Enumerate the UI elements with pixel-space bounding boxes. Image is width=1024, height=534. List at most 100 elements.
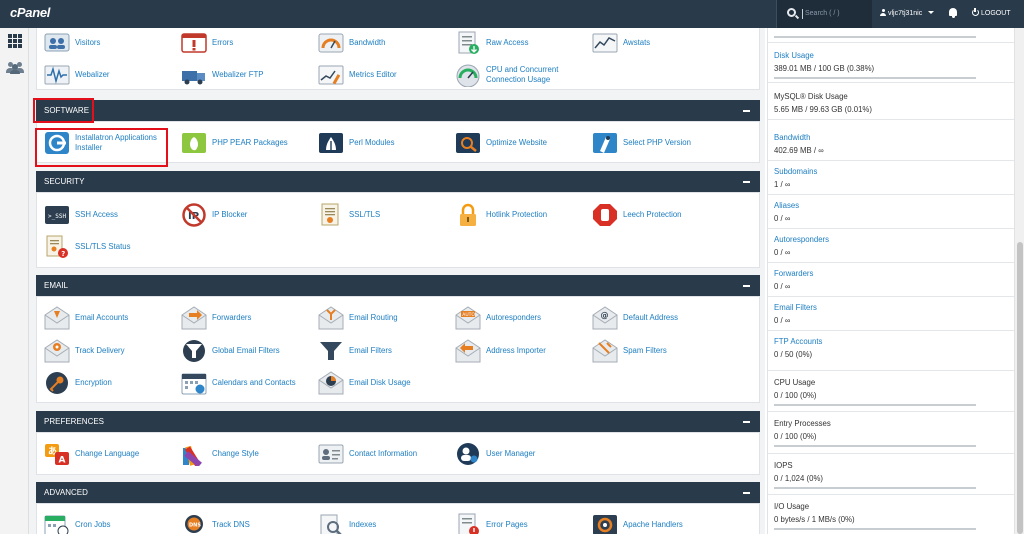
advanced-section-header[interactable]: ADVANCED	[36, 482, 760, 503]
stat-title[interactable]: Aliases	[774, 201, 799, 210]
stat-autoresponders: Autoresponders 0 / ∞	[768, 229, 1015, 263]
stat-title[interactable]: Bandwidth	[774, 133, 810, 142]
item-label: Contact Information	[349, 449, 418, 458]
item-label: Forwarders	[212, 313, 252, 322]
stat-value: 0 / 1,024 (0%)	[774, 474, 823, 483]
error-pages-link[interactable]: Error Pages	[455, 511, 591, 534]
apache-handlers-link[interactable]: Apache Handlers	[592, 511, 728, 534]
perl-modules-link[interactable]: Perl Modules	[318, 129, 454, 157]
track-dns-link[interactable]: DNS Track DNS	[181, 511, 317, 534]
metrics-editor-link[interactable]: Metrics Editor	[318, 61, 454, 89]
user-menu[interactable]: vljc7tj31nic	[880, 9, 935, 17]
stat-forwarders: Forwarders 0 / ∞	[768, 263, 1015, 297]
collapse-icon[interactable]	[743, 421, 750, 423]
item-label: Email Routing	[349, 313, 398, 322]
page-scrollbar[interactable]	[1014, 28, 1024, 534]
svg-text:DNS: DNS	[189, 523, 201, 529]
calendars-contacts-link[interactable]: Calendars and Contacts	[181, 369, 317, 397]
change-style-link[interactable]: Change Style	[181, 440, 317, 468]
forwarders-link[interactable]: Forwarders	[181, 304, 317, 332]
stat-title[interactable]: Subdomains	[774, 167, 817, 176]
default-address-icon: @	[592, 306, 618, 330]
collapse-icon[interactable]	[743, 110, 750, 112]
svg-text:IP: IP	[188, 211, 199, 222]
stat-value: 0 / ∞	[774, 248, 791, 257]
item-label: Bandwidth	[349, 38, 386, 47]
security-panel-body: >_SSH SSH Access IP IP Blocker SSL/TLS H…	[36, 192, 760, 268]
item-label: Error Pages	[486, 520, 528, 529]
indexes-link[interactable]: Indexes	[318, 511, 454, 534]
spam-filters-link[interactable]: Spam Filters	[592, 337, 728, 365]
bandwidth-link[interactable]: Bandwidth	[318, 29, 454, 57]
collapse-icon[interactable]	[743, 492, 750, 494]
user-manager-link[interactable]: User Manager	[455, 440, 591, 468]
bell-icon[interactable]	[948, 8, 958, 19]
ssh-icon: >_SSH	[45, 206, 69, 224]
stat-aliases: Aliases 0 / ∞	[768, 195, 1015, 229]
usage-bar	[774, 77, 976, 79]
default-address-link[interactable]: @ Default Address	[592, 304, 728, 332]
email-disk-usage-icon	[318, 371, 344, 395]
cron-jobs-link[interactable]: Cron Jobs	[44, 511, 180, 534]
hand-stop-icon	[593, 204, 617, 226]
email-filters-link[interactable]: Email Filters	[318, 337, 454, 365]
software-section-header[interactable]: SOFTWARE	[36, 100, 760, 121]
ip-blocker-icon: IP	[182, 203, 206, 227]
autoresponders-link[interactable]: AUTO Autoresponders	[455, 304, 591, 332]
stat-title[interactable]: Forwarders	[774, 269, 813, 278]
search-box[interactable]: Search ( / )	[776, 0, 872, 28]
ssl-tls-link[interactable]: SSL/TLS	[318, 201, 454, 229]
php-pear-link[interactable]: PHP PEAR Packages	[181, 129, 317, 157]
stat-mysql-disk-usage: MySQL® Disk Usage 5.65 MB / 99.63 GB (0.…	[768, 83, 1015, 120]
optimize-website-link[interactable]: Optimize Website	[455, 129, 591, 157]
php-version-link[interactable]: Select PHP Version	[592, 129, 728, 157]
cpu-usage-link[interactable]: CPU and Concurrent Connection Usage	[455, 61, 591, 89]
webalizer-link[interactable]: Webalizer	[44, 61, 180, 89]
errors-link[interactable]: Errors	[181, 29, 317, 57]
preferences-section-header[interactable]: PREFERENCES	[36, 411, 760, 432]
item-label: Indexes	[349, 520, 377, 529]
stat-title[interactable]: Autoresponders	[774, 235, 829, 244]
security-section-header[interactable]: SECURITY	[36, 171, 760, 192]
ssh-access-link[interactable]: >_SSH SSH Access	[44, 201, 180, 229]
awstats-icon	[592, 33, 618, 53]
username: vljc7tj31nic	[888, 10, 923, 17]
cpanel-logo[interactable]: cPanel	[10, 5, 50, 20]
email-accounts-link[interactable]: Email Accounts	[44, 304, 180, 332]
awstats-link[interactable]: Awstats	[592, 29, 728, 57]
leech-protection-link[interactable]: Leech Protection	[592, 201, 728, 229]
ssl-status-link[interactable]: ? SSL/TLS Status	[44, 233, 180, 261]
scrollbar-thumb[interactable]	[1017, 242, 1023, 534]
item-label: Apache Handlers	[623, 520, 683, 529]
address-importer-link[interactable]: Address Importer	[455, 337, 591, 365]
logout-button[interactable]: LOGOUT	[972, 7, 1011, 17]
stat-io-usage: I/O Usage 0 bytes/s / 1 MB/s (0%)	[768, 495, 1015, 534]
stat-title[interactable]: FTP Accounts	[774, 337, 822, 346]
ip-blocker-link[interactable]: IP IP Blocker	[181, 201, 317, 229]
contact-information-link[interactable]: Contact Information	[318, 440, 454, 468]
email-disk-usage-link[interactable]: Email Disk Usage	[318, 369, 454, 397]
email-section-header[interactable]: EMAIL	[36, 275, 760, 296]
visitors-link[interactable]: Visitors	[44, 29, 180, 57]
stat-email-filters: Email Filters 0 / ∞	[768, 297, 1015, 331]
item-label: Webalizer FTP	[212, 70, 264, 79]
address-importer-icon	[455, 339, 481, 363]
stat-title[interactable]: Email Filters	[774, 303, 817, 312]
raw-access-link[interactable]: Raw Access	[455, 29, 591, 57]
users-icon[interactable]	[6, 62, 24, 74]
collapse-icon[interactable]	[743, 181, 750, 183]
stat-value: 0 / ∞	[774, 316, 791, 325]
webalizer-ftp-link[interactable]: Webalizer FTP	[181, 61, 317, 89]
track-delivery-link[interactable]: Track Delivery	[44, 337, 180, 365]
highlight-box-software-header	[33, 98, 94, 123]
search-input[interactable]: Search ( / )	[802, 9, 840, 19]
svg-text:AUTO: AUTO	[462, 312, 475, 318]
change-language-link[interactable]: あA Change Language	[44, 440, 180, 468]
grid-icon[interactable]	[8, 34, 22, 48]
encryption-link[interactable]: Encryption	[44, 369, 180, 397]
email-routing-link[interactable]: Email Routing	[318, 304, 454, 332]
stat-title[interactable]: Disk Usage	[774, 51, 814, 60]
collapse-icon[interactable]	[743, 285, 750, 287]
global-email-filters-link[interactable]: Global Email Filters	[181, 337, 317, 365]
hotlink-protection-link[interactable]: Hotlink Protection	[455, 201, 591, 229]
